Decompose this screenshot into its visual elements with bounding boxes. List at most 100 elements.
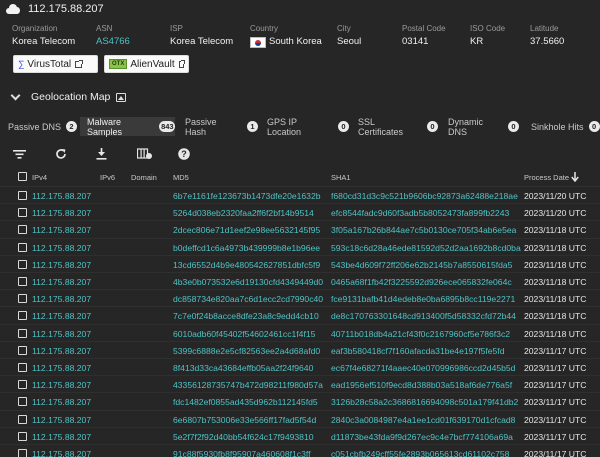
table-row[interactable]: 112.175.88.207 91c88f5930fb8f95907a460608… [0,444,600,457]
sha1-link[interactable]: d11873be43fda9f9d267ec9c4e7bcf774106a69a [331,432,513,442]
column-sha1[interactable]: SHA1 [331,173,351,182]
md5-link[interactable]: 2dcec806e71d1eef2e98ee5632145f95 [173,225,320,235]
md5-link[interactable]: 7c7e0f24b8acce8dfe23a8c9edd4cb10 [173,311,319,321]
table-row[interactable]: 112.175.88.207 dc858734e820aa7c6d1ecc2cd7… [0,289,600,307]
table-row[interactable]: 112.175.88.207 7c7e0f24b8acce8dfe23a8c9ed… [0,306,600,324]
filter-icon[interactable] [13,148,26,160]
download-icon[interactable] [96,148,107,160]
asn-link[interactable]: AS4766 [96,36,130,48]
column-domain[interactable]: Domain [131,173,157,182]
table-row[interactable]: 112.175.88.207 6010adb60f45402f54602461cc… [0,323,600,342]
tab-passive-hash[interactable]: Passive Hash 1 [178,117,258,137]
md5-link[interactable]: 8f413d33ca43684effb05aa2f24f9640 [173,363,313,373]
column-ipv4[interactable]: IPv4 [32,173,47,182]
refresh-icon[interactable] [55,148,67,160]
md5-link[interactable]: fdc1482ef0855ad435d962b112145fd5 [173,397,318,407]
geolocation-map-toggle[interactable]: Geolocation Map [10,90,127,104]
select-all-checkbox[interactable] [18,172,27,181]
column-ipv6[interactable]: IPv6 [100,173,115,182]
sha1-link[interactable]: efc8544fadc9d60f3adb5b8052473fa899fb2243 [331,208,509,218]
sha1-link[interactable]: fce9131bafb41d4edeb8e0ba6895b8cc119e2271 [331,294,515,304]
table-row[interactable]: 112.175.88.207 fdc1482ef0855ad435d962b112… [0,392,600,410]
sha1-link[interactable]: ead1956ef510f9ecd8d388b03a518af6de776a5f [331,380,512,390]
row-checkbox[interactable] [18,363,27,372]
md5-link[interactable]: 13cd6552d4b9e480542627851dbfc5f9 [173,260,320,270]
ipv4-link[interactable]: 112.175.88.207 [32,432,91,442]
table-row[interactable]: 112.175.88.207 43356128735747b472d98211f9… [0,375,600,393]
row-checkbox[interactable] [18,431,27,441]
md5-link[interactable]: b0deffcd1c6a4973b439999b8e1b96ee [173,243,320,253]
md5-link[interactable]: 4b3e0b073532e6d19130cfd4349449d0 [173,277,323,287]
table-row[interactable]: 112.175.88.207 5e2f7f2f92d40bb54f624c17f9… [0,426,600,445]
row-checkbox[interactable] [18,259,27,269]
md5-link[interactable]: 6e6807b753006e33e566ff17fad5f54d [173,415,316,425]
row-checkbox[interactable] [18,397,27,407]
ipv4-link[interactable]: 112.175.88.207 [32,277,91,287]
sha1-link[interactable]: eaf3b580418cf7f160afacda31be4e197f5fe5fd [331,346,504,356]
table-row[interactable]: 112.175.88.207 b0deffcd1c6a4973b439999b8e… [0,237,600,256]
sha1-link[interactable]: 0465a68f1fb42f3225592d926ece065832fe064c [331,277,512,287]
sha1-link[interactable]: de8c170763301648cd913400f5d58332cfd72b44 [331,311,516,321]
ipv4-link[interactable]: 112.175.88.207 [32,363,91,373]
sha1-link[interactable]: 2840c3a0084987e4a1ee1cd01f639170d1cfcad8 [331,415,515,425]
table-row[interactable]: 112.175.88.207 4b3e0b073532e6d19130cfd434… [0,272,600,290]
table-row[interactable]: 112.175.88.207 8f413d33ca43684effb05aa2f2… [0,358,600,376]
row-checkbox[interactable] [18,449,27,457]
sha1-link[interactable]: 593c18c6d28a46ede81592d52d2aa1692b8cd0ba [331,243,521,253]
md5-link[interactable]: dc858734e820aa7c6d1ecc2cd7990c40 [173,294,323,304]
sha1-link[interactable]: c051cbfb249cff55fe2893b065613cd61102c758 [331,449,509,457]
columns-icon[interactable] [137,148,153,160]
sha1-link[interactable]: 40711b018db4a21cf43f0c2167960cf5e786f3c2 [331,329,510,339]
tab-sinkhole-hits[interactable]: Sinkhole Hits 0 [525,117,600,136]
md5-link[interactable]: 91c88f5930fb8f95907a460608f1c3ff [173,449,310,457]
table-row[interactable]: 112.175.88.207 5399c6888e2e5cf82563ee2a4d… [0,340,600,359]
ipv4-link[interactable]: 112.175.88.207 [32,311,91,321]
ipv4-link[interactable]: 112.175.88.207 [32,260,91,270]
tab-dynamic-dns[interactable]: Dynamic DNS 0 [441,117,519,137]
alienvault-button[interactable]: OTX AlienVault [104,55,189,73]
row-checkbox[interactable] [18,294,27,304]
row-checkbox[interactable] [18,345,27,355]
tab-gps-ip-location[interactable]: GPS IP Location 0 [261,117,349,137]
ipv4-link[interactable]: 112.175.88.207 [32,329,91,339]
column-md5[interactable]: MD5 [173,173,189,182]
row-checkbox[interactable] [18,328,27,338]
sha1-link[interactable]: ec67f4e68271f4aaec40e070996986ccd2d45b5d [331,363,515,373]
ipv4-link[interactable]: 112.175.88.207 [32,208,91,218]
sha1-link[interactable]: 3126b28c58a2c3686816694098c501a179f41db2 [331,397,518,407]
ipv4-link[interactable]: 112.175.88.207 [32,225,91,235]
ipv4-link[interactable]: 112.175.88.207 [32,294,91,304]
ipv4-link[interactable]: 112.175.88.207 [32,346,91,356]
row-checkbox[interactable] [18,191,27,200]
row-checkbox[interactable] [18,380,27,390]
table-row[interactable]: 112.175.88.207 6b7e1161fe123673b1473dfe20… [0,186,600,204]
md5-link[interactable]: 5264d038eb2320faa2ff6f2bf14b9514 [173,208,314,218]
md5-link[interactable]: 5399c6888e2e5cf82563ee2a4d68afd0 [173,346,320,356]
md5-link[interactable]: 5e2f7f2f92d40bb54f624c17f9493810 [173,432,314,442]
tab-ssl-certificates[interactable]: SSL Certificates 0 [352,117,438,137]
row-checkbox[interactable] [18,225,27,235]
ipv4-link[interactable]: 112.175.88.207 [32,397,91,407]
tab-malware-samples[interactable]: Malware Samples 843 [80,117,175,137]
ipv4-link[interactable]: 112.175.88.207 [32,380,91,390]
row-checkbox[interactable] [18,311,27,321]
sort-down-arrow-icon[interactable] [571,172,579,182]
md5-link[interactable]: 6010adb60f45402f54602461cc1f4f15 [173,329,315,339]
table-row[interactable]: 112.175.88.207 6e6807b753006e33e566ff17fa… [0,409,600,428]
ipv4-link[interactable]: 112.175.88.207 [32,191,91,201]
sha1-link[interactable]: 543be4d609f72ff206e62b2145b7a8550615fda5 [331,260,512,270]
tab-passive-dns[interactable]: Passive DNS 2 [0,117,78,136]
column-process-date[interactable]: Process Date [524,173,569,182]
virustotal-button[interactable]: ∑ VirusTotal [13,55,98,73]
row-checkbox[interactable] [18,414,27,424]
sha1-link[interactable]: f680cd31d3c9c521b9606bc92873a62488e218ae [331,191,518,201]
md5-link[interactable]: 43356128735747b472d98211f980d57a [173,380,323,390]
row-checkbox[interactable] [18,277,27,286]
help-icon[interactable]: ? [178,148,190,160]
sha1-link[interactable]: 3f05a167b26b844ae7c5b0130ce705f34ab6e5ea [331,225,516,235]
ipv4-link[interactable]: 112.175.88.207 [32,243,91,253]
ipv4-link[interactable]: 112.175.88.207 [32,415,91,425]
row-checkbox[interactable] [18,242,27,252]
table-row[interactable]: 112.175.88.207 5264d038eb2320faa2ff6f2bf1… [0,203,600,221]
table-row[interactable]: 112.175.88.207 2dcec806e71d1eef2e98ee5632… [0,220,600,238]
